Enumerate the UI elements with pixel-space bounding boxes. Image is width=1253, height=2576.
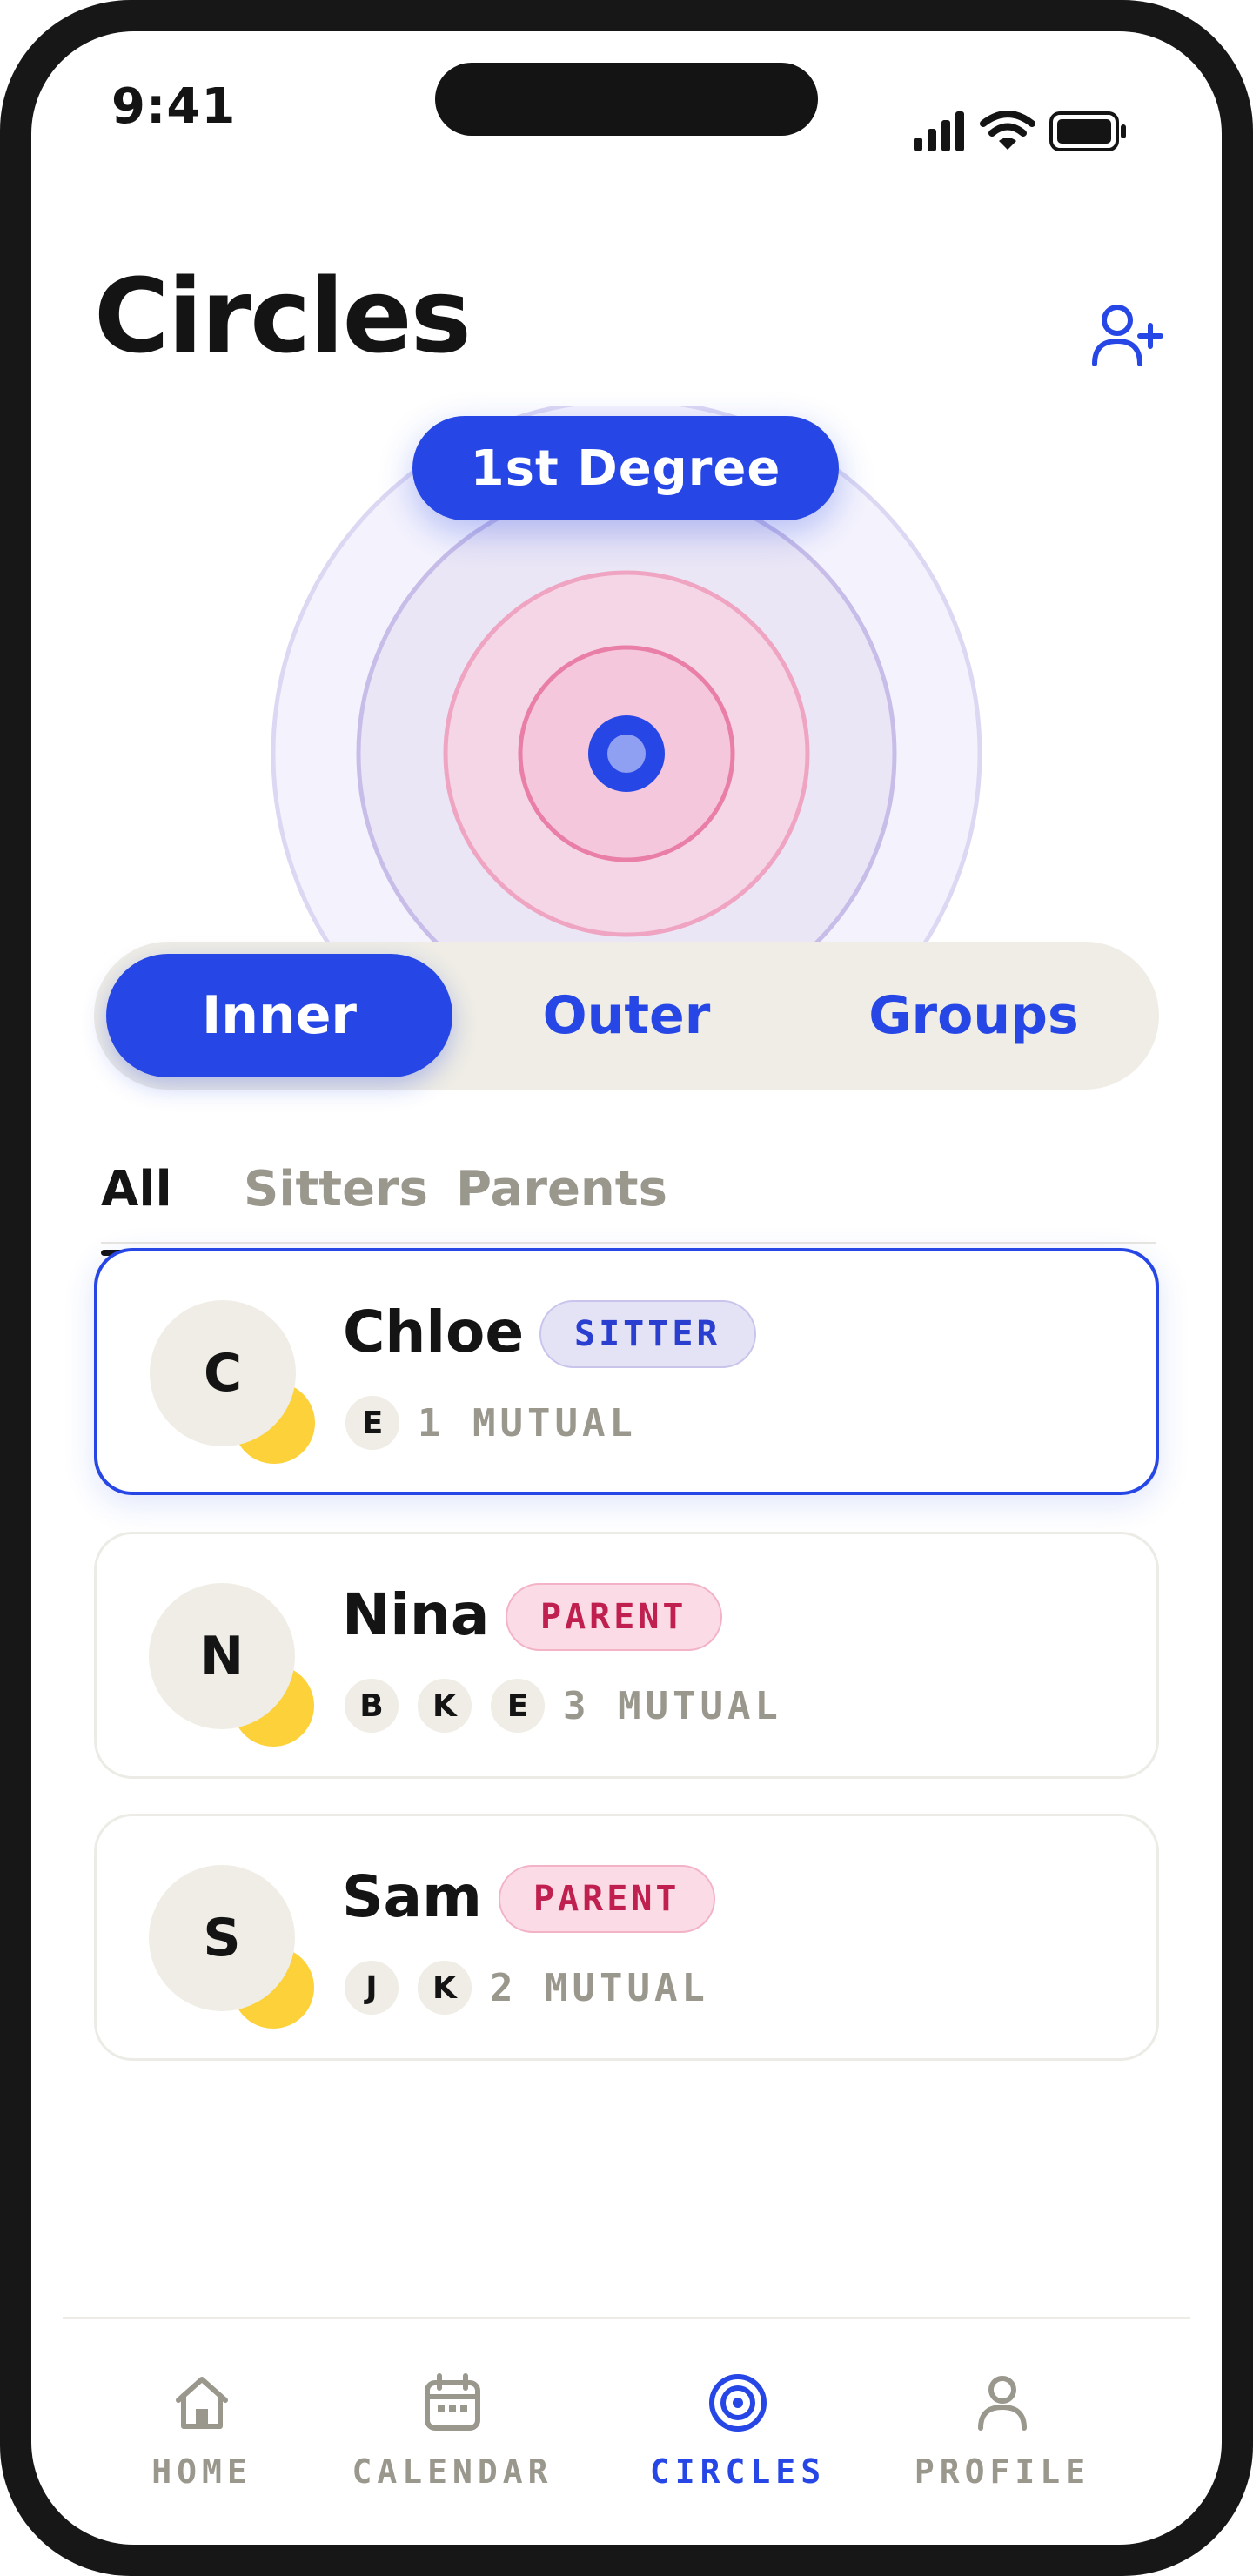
avatar-group: N (149, 1583, 314, 1748)
wifi-icon (980, 111, 1035, 150)
home-icon (176, 2377, 228, 2429)
nav-home[interactable]: HOME (80, 2371, 324, 2501)
nav-circles[interactable]: CIRCLES (616, 2371, 860, 2501)
nav-label: HOME (151, 2452, 252, 2491)
user-plus-icon (1092, 305, 1163, 366)
nav-profile[interactable]: PROFILE (881, 2371, 1124, 2501)
avatar: S (149, 1865, 295, 2011)
contact-name: Nina (342, 1581, 490, 1648)
nav-label: CIRCLES (649, 2452, 827, 2491)
page-title: Circles (94, 256, 472, 376)
role-badge: PARENT (499, 1865, 715, 1933)
segment-groups[interactable]: Groups (801, 954, 1147, 1077)
contact-name: Chloe (343, 1298, 525, 1365)
role-badge: PARENT (506, 1583, 722, 1651)
filter-tabs-divider (101, 1242, 1156, 1244)
filter-tab-label: All (101, 1161, 172, 1218)
mutual-connections: J K 2 MUTUAL (342, 1957, 709, 2018)
avatar: N (149, 1583, 295, 1729)
tab-bar-divider (63, 2317, 1190, 2319)
profile-icon (978, 2376, 1027, 2431)
contact-card[interactable]: C Chloe SITTER E 1 MUTUAL (94, 1248, 1159, 1495)
dynamic-island (435, 63, 818, 136)
mutual-count: 1 MUTUAL (418, 1400, 637, 1446)
avatar-group: C (150, 1300, 315, 1466)
battery-icon (1049, 111, 1126, 151)
mutual-avatar: K (415, 1958, 474, 2017)
add-contact-button[interactable] (1081, 292, 1176, 379)
contact-name: Sam (342, 1863, 482, 1930)
filter-tabs: All Sitters Parents (101, 1154, 1156, 1256)
calendar-icon (425, 2373, 480, 2431)
avatar: C (150, 1300, 296, 1446)
mutual-avatar: E (488, 1676, 547, 1735)
circle-type-segmented-control: Inner Outer Groups (94, 942, 1159, 1090)
status-time: 9:41 (111, 78, 237, 135)
role-badge: SITTER (539, 1300, 756, 1368)
nav-label: CALENDAR (352, 2452, 553, 2491)
device-frame: 9:41 Circles 1st Degree Inner Outer Grou… (0, 0, 1253, 2576)
nav-calendar[interactable]: CALENDAR (331, 2371, 574, 2501)
contact-card[interactable]: S Sam PARENT J K 2 MUTUAL (94, 1814, 1159, 2061)
mutual-avatar: B (342, 1676, 401, 1735)
center-dot-highlight (607, 735, 646, 773)
nav-label: PROFILE (914, 2452, 1091, 2491)
contact-card[interactable]: N Nina PARENT B K E 3 MUTUAL (94, 1532, 1159, 1779)
signal-icon (914, 111, 964, 151)
segment-inner[interactable]: Inner (106, 954, 452, 1077)
screen: 9:41 Circles 1st Degree Inner Outer Grou… (31, 31, 1222, 2545)
avatar-group: S (149, 1865, 314, 2030)
filter-tab-parents[interactable]: Parents (456, 1161, 667, 1218)
mutual-connections: E 1 MUTUAL (343, 1392, 637, 1453)
mutual-connections: B K E 3 MUTUAL (342, 1675, 782, 1736)
mutual-count: 3 MUTUAL (563, 1683, 782, 1728)
mutual-avatar: K (415, 1676, 474, 1735)
filter-tab-sitters[interactable]: Sitters (244, 1161, 428, 1218)
segment-outer[interactable]: Outer (453, 954, 800, 1077)
circles-icon (709, 2374, 767, 2432)
mutual-avatar: J (342, 1958, 401, 2017)
mutual-count: 2 MUTUAL (490, 1965, 709, 2010)
mutual-avatar: E (343, 1393, 402, 1452)
filter-tab-all[interactable]: All (101, 1161, 172, 1256)
degree-pill[interactable]: 1st Degree (412, 416, 839, 520)
